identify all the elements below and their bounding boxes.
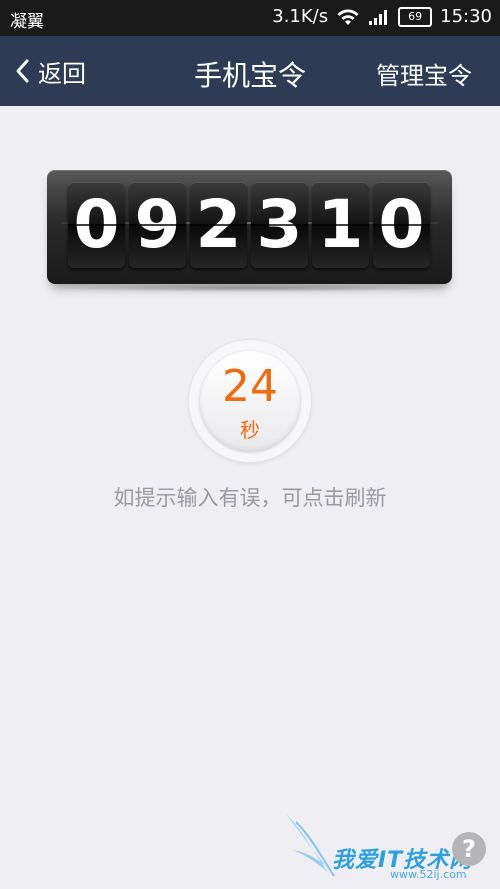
token-digit: 3 <box>251 182 308 268</box>
chevron-left-icon <box>16 59 29 83</box>
carrier-label: 凝翼 <box>10 12 44 32</box>
back-label: 返回 <box>38 59 86 88</box>
token-digit: 1 <box>312 182 369 268</box>
back-button[interactable]: 返回 <box>14 54 86 88</box>
token-digit: 2 <box>190 182 247 268</box>
countdown-seconds: 24 <box>222 361 278 412</box>
countdown-timer[interactable]: 24 秒 <box>189 340 311 462</box>
manage-token-button[interactable]: 管理宝令 <box>376 56 472 91</box>
battery-icon: 69 <box>398 6 433 27</box>
countdown-unit: 秒 <box>240 418 260 442</box>
watermark-url: www.52ij.com <box>390 868 467 881</box>
token-display-shadow <box>50 284 449 292</box>
nav-bar: 返回 手机宝令 管理宝令 <box>0 36 500 106</box>
refresh-hint: 如提示输入有误，可点击刷新 <box>113 486 387 510</box>
signal-icon <box>369 9 388 25</box>
site-watermark: 我爱IT技术网 www.52ij.com ? <box>282 810 500 889</box>
status-bar: 凝翼 3.1K/s 69 15:30 <box>0 0 500 36</box>
token-display: 0 9 2 3 1 0 <box>47 170 452 284</box>
status-indicators: 3.1K/s 69 15:30 <box>272 6 492 27</box>
network-speed: 3.1K/s <box>272 6 329 27</box>
clock: 15:30 <box>440 6 492 27</box>
countdown-dial: 24 秒 <box>200 351 300 451</box>
token-digit: 0 <box>373 182 430 268</box>
token-digit: 0 <box>68 182 125 268</box>
wifi-icon <box>337 9 359 25</box>
question-mark-icon: ? <box>452 832 486 866</box>
token-digit: 9 <box>129 182 186 268</box>
